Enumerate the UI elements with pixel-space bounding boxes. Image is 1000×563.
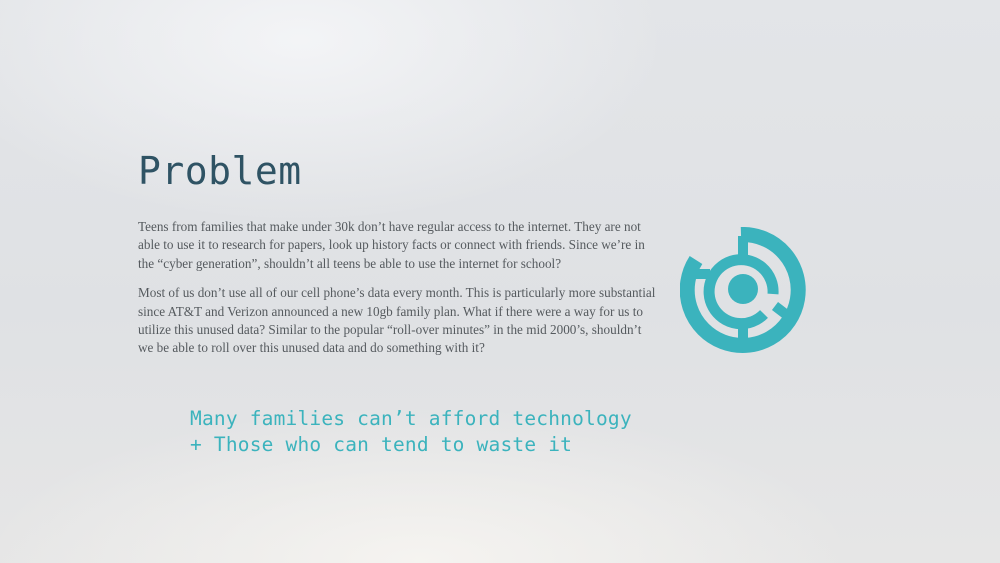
tagline-line-2: + Those who can tend to waste it xyxy=(190,433,573,456)
problem-paragraph-1: Teens from families that make under 30k … xyxy=(138,219,645,271)
logo-center-dot xyxy=(728,274,758,304)
body-text: Teens from families that make under 30k … xyxy=(138,218,658,369)
concentric-circle-logo-icon xyxy=(680,227,806,353)
slide: Problem Teens from families that make un… xyxy=(0,0,1000,563)
tagline: Many families can’t afford technology + … xyxy=(190,406,632,458)
slide-title: Problem xyxy=(138,149,302,193)
problem-paragraph-2: Most of us don’t use all of our cell pho… xyxy=(138,285,656,356)
tagline-line-1: Many families can’t afford technology xyxy=(190,407,632,430)
